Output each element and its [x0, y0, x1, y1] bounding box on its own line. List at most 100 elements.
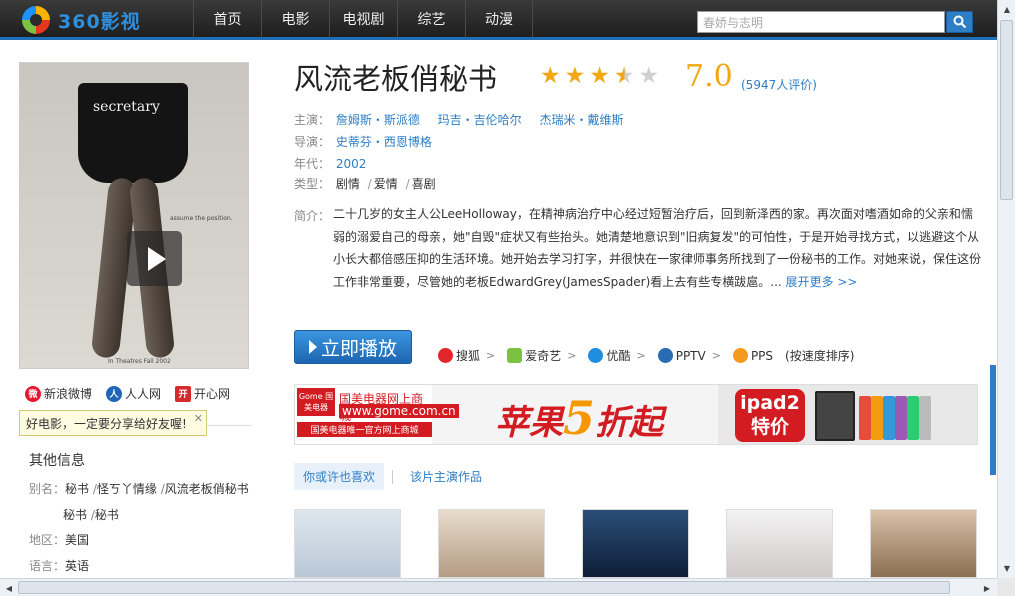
chevron-right-icon: > [711, 349, 721, 362]
ad-badge: ipad2 特价 [735, 389, 805, 442]
poster-title-text: secretary [93, 99, 160, 115]
source-label: 优酷 [606, 349, 631, 363]
language-row: 语言：英语 [29, 557, 89, 574]
scroll-down-icon[interactable]: ▼ [999, 560, 1015, 576]
vertical-scrollbar[interactable]: ▲ ▼ [997, 0, 1015, 578]
device-image [883, 396, 895, 440]
half-star-icon: ★ [613, 63, 635, 89]
rating-count[interactable]: (5947人评价) [741, 76, 817, 93]
poster-tagline: assume the position. [170, 215, 233, 222]
chevron-right-icon: > [486, 349, 496, 362]
rating-score: 7.0 [685, 59, 733, 94]
star-icon: ★ [564, 63, 586, 89]
close-icon[interactable]: ✕ [194, 412, 203, 425]
source-iqiyi[interactable]: 爱奇艺 > [507, 347, 576, 364]
ad-promo-number: 5 [563, 391, 596, 445]
genre-row: 类型： 剧情 / 爱情 / 喜剧 [294, 175, 440, 192]
logo-text: 360影视 [58, 10, 141, 33]
nav-item-home[interactable]: 首页 [193, 0, 261, 38]
search-input[interactable]: 春娇与志明 [697, 11, 945, 33]
device-image [907, 396, 919, 440]
scroll-left-icon[interactable]: ◀ [1, 580, 17, 596]
empty-star-icon: ★ [638, 63, 660, 89]
weibo-icon: 微 [25, 385, 41, 402]
tab-cast-works[interactable]: 该片主演作品 [401, 463, 491, 490]
alias-value: 秘书 [94, 508, 119, 522]
recommend-thumbnail[interactable] [438, 509, 545, 578]
expand-more-link[interactable]: 展开更多 >> [786, 275, 858, 289]
cast-link[interactable]: 杰瑞米・戴维斯 [540, 113, 624, 127]
share-renren[interactable]: 人 人人网 [106, 385, 161, 402]
share-tooltip: 好电影，一定要分享给好友喔! ✕ [19, 410, 207, 436]
recommend-thumbnail[interactable] [294, 509, 401, 578]
sort-note: (按速度排序) [785, 349, 855, 363]
cast-row: 主演： 詹姆斯・斯派德 玛吉・吉伦哈尔 杰瑞米・戴维斯 [294, 111, 638, 128]
nav-item-tv[interactable]: 电视剧 [329, 0, 397, 38]
source-youku[interactable]: 优酷 > [588, 347, 646, 364]
recommend-thumbnail[interactable] [582, 509, 689, 578]
play-now-button[interactable]: 立即播放 [294, 330, 412, 364]
director-row: 导演： 史蒂芬・西恩博格 [294, 133, 446, 150]
scroll-up-icon[interactable]: ▲ [999, 1, 1015, 17]
genre-separator: / [405, 177, 410, 191]
source-label: PPTV [675, 348, 706, 363]
star-icon: ★ [540, 63, 561, 89]
ad-promo-text: 苹果5折起 [495, 391, 664, 445]
recommend-thumbnail[interactable] [870, 509, 977, 578]
device-image [895, 396, 907, 440]
alias-value: 风流老板俏秘书 [164, 482, 249, 496]
region-label: 地区： [29, 533, 66, 547]
nav-item-movie[interactable]: 电影 [261, 0, 329, 38]
movie-poster[interactable]: secretary assume the position. In Theatr… [19, 62, 249, 369]
scroll-thumb[interactable] [1000, 20, 1013, 200]
nav-item-variety[interactable]: 综艺 [397, 0, 465, 38]
tab-you-may-like[interactable]: 你或许也喜欢 [294, 463, 385, 490]
gome-logo: Gome 国美电器 国美电器网上商城 www.gome.com.cn 国美电器唯… [297, 388, 459, 443]
site-logo[interactable]: 360影视 [22, 5, 182, 35]
ad-promo-suffix: 折起 [595, 403, 664, 443]
search-icon [953, 15, 966, 29]
recommend-thumbnail[interactable] [726, 509, 833, 578]
alias-row: 别名：秘书 /怪ㄎ丫情缘 /风流老板俏秘书 [29, 482, 249, 496]
scroll-thumb[interactable] [18, 581, 950, 594]
source-list: 搜狐 > 爱奇艺 > 优酷 > PPTV > PPS (按速度排序) [438, 347, 854, 364]
poster-play-button[interactable] [127, 231, 182, 286]
synopsis-body: 二十几岁的女主人公LeeHolloway，在精神病治疗中心经过短暂治疗后，回到新… [333, 207, 982, 289]
cast-link[interactable]: 詹姆斯・斯派德 [336, 113, 420, 127]
director-link[interactable]: 史蒂芬・西恩博格 [336, 135, 432, 149]
region-row: 地区：美国 [29, 531, 89, 548]
source-pptv[interactable]: PPTV > [657, 348, 721, 363]
share-weibo[interactable]: 微 新浪微博 [25, 385, 92, 402]
source-pps[interactable]: PPS [732, 348, 774, 363]
scroll-right-icon[interactable]: ▶ [979, 580, 995, 596]
pps-icon [732, 348, 748, 363]
year-label: 年代： [294, 157, 331, 171]
share-tooltip-text: 好电影，一定要分享给好友喔! [26, 417, 187, 431]
ad-banner[interactable]: Gome 国美电器 国美电器网上商城 www.gome.com.cn 国美电器唯… [294, 384, 978, 445]
gome-brand-badge: Gome 国美电器 [297, 388, 335, 416]
poster-release-note: In Theatres Fall 2002 [108, 358, 171, 365]
search-button[interactable] [946, 11, 973, 33]
language-label: 语言： [29, 559, 66, 573]
feedback-tab[interactable] [990, 365, 996, 475]
genre-tag[interactable]: 喜剧 [412, 177, 436, 191]
cast-link[interactable]: 玛吉・吉伦哈尔 [438, 113, 522, 127]
source-sohu[interactable]: 搜狐 > [438, 347, 495, 364]
synopsis-label: 简介： [294, 209, 331, 223]
source-label: PPS [750, 348, 774, 363]
play-icon [148, 246, 166, 271]
other-info-title: 其他信息 [29, 453, 85, 469]
synopsis-text: 二十几岁的女主人公LeeHolloway，在精神病治疗中心经过短暂治疗后，回到新… [333, 203, 981, 293]
divider [207, 425, 252, 426]
ad-promo-prefix: 苹果 [495, 403, 563, 443]
genre-tag[interactable]: 剧情 [336, 177, 360, 191]
renren-icon: 人 [106, 385, 123, 402]
year-link[interactable]: 2002 [336, 157, 367, 171]
top-navigation-bar: 360影视 首页 电影 电视剧 综艺 动漫 春娇与志明 [0, 0, 997, 40]
share-kaixin[interactable]: 开 开心网 [175, 385, 230, 402]
horizontal-scrollbar[interactable]: ◀ ▶ [0, 578, 997, 596]
share-kaixin-label: 开心网 [194, 387, 231, 401]
nav-item-anime[interactable]: 动漫 [465, 0, 533, 38]
divider [392, 469, 394, 484]
genre-tag[interactable]: 爱情 [374, 177, 398, 191]
